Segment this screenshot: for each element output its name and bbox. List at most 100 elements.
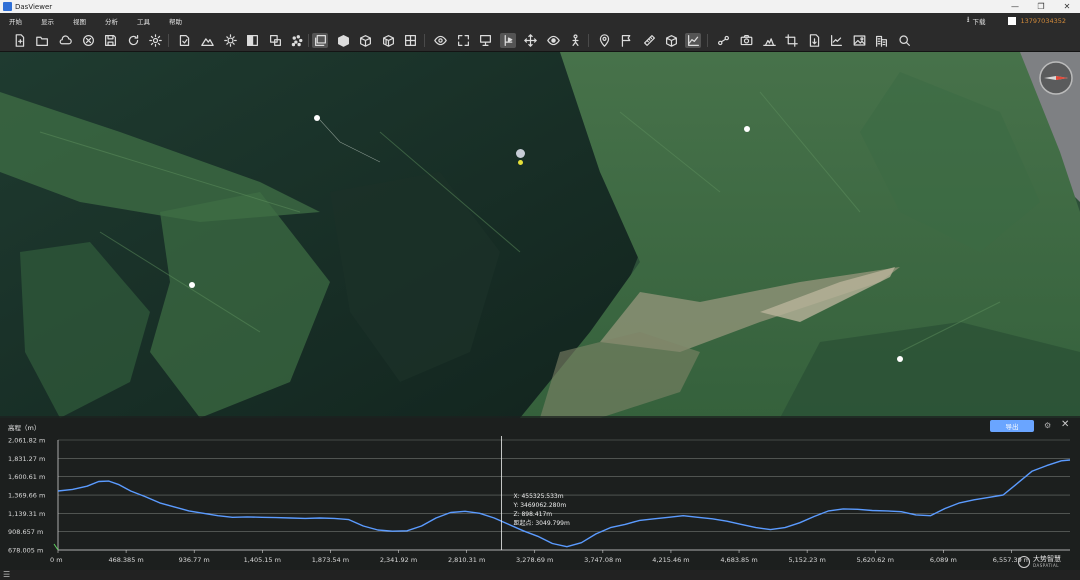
- image-button[interactable]: [851, 33, 867, 48]
- volume-button[interactable]: [663, 33, 679, 48]
- minimize-button[interactable]: —: [1002, 0, 1028, 13]
- x-tick-label: 468.385 m: [108, 556, 143, 564]
- elevation-profile-icon: [687, 35, 699, 46]
- window-title: DasViewer: [15, 2, 53, 11]
- map-marker[interactable]: [314, 115, 320, 121]
- download-icon: ⭳: [966, 15, 970, 24]
- screenshot-area-icon: [762, 38, 776, 46]
- cube-textured-button[interactable]: [380, 33, 396, 48]
- menu-display[interactable]: 显示: [32, 16, 64, 26]
- screenshot-area-button[interactable]: [761, 33, 777, 48]
- y-tick-label: 1,831.27 m: [8, 455, 45, 463]
- user-avatar[interactable]: [1007, 17, 1016, 25]
- grid-tiles-button[interactable]: [402, 33, 418, 48]
- pedestrian-button[interactable]: [567, 33, 583, 48]
- map-marker[interactable]: [189, 282, 195, 288]
- close-icon[interactable]: ✕: [1061, 419, 1073, 431]
- status-bar: ☰: [0, 570, 1080, 580]
- shading-button[interactable]: [244, 33, 260, 48]
- x-tick-label: 5,620.62 m: [857, 556, 894, 564]
- restore-button[interactable]: ❐: [1028, 0, 1054, 13]
- building-icon: [875, 35, 887, 47]
- lighting-button[interactable]: [222, 33, 238, 48]
- toolbar-separator: [308, 34, 309, 47]
- cube-solid-button[interactable]: [335, 33, 351, 48]
- menu-bar: 开始 显示 视图 分析 工具 帮助 ⭳ 下载 13797034352: [0, 13, 1080, 29]
- location-pin-button[interactable]: [596, 33, 612, 48]
- menu-tools[interactable]: 工具: [128, 16, 160, 26]
- search-button[interactable]: [896, 33, 912, 48]
- orbit-view-button[interactable]: [545, 33, 561, 48]
- move-button[interactable]: [522, 33, 538, 48]
- terrain-button[interactable]: [199, 33, 215, 48]
- layers-button[interactable]: [312, 33, 328, 48]
- cube-wire-icon: [359, 35, 371, 47]
- x-tick-label: 936.77 m: [179, 556, 210, 564]
- open-cloud-button[interactable]: [57, 33, 73, 48]
- toolbar: [0, 29, 1080, 52]
- y-tick-label: 2,061.82 m: [8, 437, 45, 445]
- profile-header: 高程（m） 导出 ⚙ ✕: [0, 416, 1080, 436]
- x-tick-label: 3,278.69 m: [516, 556, 553, 564]
- camera-button[interactable]: [738, 33, 754, 48]
- model-swap-button[interactable]: [267, 33, 283, 48]
- import-button[interactable]: [176, 33, 192, 48]
- gear-icon[interactable]: ⚙: [1044, 421, 1054, 431]
- cursor-readout-line: Y: 3469062.280m: [512, 502, 566, 509]
- chart-trend-icon: [830, 35, 842, 46]
- watermark: 大势智慧 DASPATIAL: [1018, 554, 1076, 570]
- toolbar-separator: [707, 34, 708, 47]
- cube-wire-button[interactable]: [357, 33, 373, 48]
- pick-point-button[interactable]: [500, 33, 516, 48]
- open-file-button[interactable]: [34, 33, 50, 48]
- map-marker[interactable]: [744, 126, 750, 132]
- close-window-button[interactable]: ✕: [1054, 0, 1080, 13]
- flag-button[interactable]: [618, 33, 634, 48]
- menu-view[interactable]: 视图: [64, 16, 96, 26]
- download-button[interactable]: ⭳ 下载: [967, 14, 986, 28]
- export-file-button[interactable]: [806, 33, 822, 48]
- crop-icon: [784, 34, 798, 47]
- close-model-button[interactable]: [80, 33, 96, 48]
- ruler-button[interactable]: [641, 33, 657, 48]
- export-button[interactable]: 导出: [990, 420, 1034, 432]
- refresh-button[interactable]: [125, 33, 141, 48]
- chart-trend-button[interactable]: [828, 33, 844, 48]
- brand-logo-icon: [1018, 556, 1030, 568]
- watermark-text: 大势智慧 DASPATIAL: [1033, 555, 1061, 569]
- measure-area-button[interactable]: [715, 33, 731, 48]
- presentation-button[interactable]: [477, 33, 493, 48]
- fullscreen-button[interactable]: [455, 33, 471, 48]
- orbit-view-icon: [546, 35, 560, 46]
- menu-analysis[interactable]: 分析: [96, 16, 128, 26]
- point-cloud-button[interactable]: [289, 33, 305, 48]
- location-pin-marker[interactable]: [516, 149, 525, 158]
- y-tick-label: 908.657 m: [8, 528, 43, 536]
- menu-help[interactable]: 帮助: [160, 16, 192, 26]
- settings-button[interactable]: [147, 33, 163, 48]
- terrain-model[interactable]: [0, 52, 1080, 418]
- save-icon: [104, 35, 116, 46]
- user-phone[interactable]: 13797034352: [1021, 17, 1067, 25]
- menu-start[interactable]: 开始: [0, 16, 32, 26]
- title-bar: DasViewer — ❐ ✕: [0, 0, 1080, 13]
- x-tick-label: 1,873.54 m: [312, 556, 349, 564]
- 3d-viewport[interactable]: [0, 52, 1080, 418]
- profile-title: 高程（m）: [8, 424, 41, 432]
- search-icon: [898, 35, 910, 46]
- elevation-chart[interactable]: 2,061.82 m 1,831.27 m 1,600.61 m 1,369.66 m…: [0, 436, 1080, 580]
- toolbar-separator: [588, 34, 589, 47]
- flag-icon: [621, 35, 630, 47]
- crop-button[interactable]: [783, 33, 799, 48]
- hamburger-menu-icon[interactable]: ☰: [3, 570, 10, 580]
- grid-tiles-icon: [404, 35, 416, 46]
- map-marker[interactable]: [897, 356, 903, 362]
- toolbar-separator: [424, 34, 425, 47]
- elevation-profile-button[interactable]: [685, 33, 701, 48]
- building-button[interactable]: [873, 33, 889, 48]
- save-button[interactable]: [102, 33, 118, 48]
- pedestrian-icon: [571, 34, 579, 46]
- compass-icon[interactable]: [1038, 60, 1074, 96]
- new-project-button[interactable]: [11, 33, 27, 48]
- eye-button[interactable]: [432, 33, 448, 48]
